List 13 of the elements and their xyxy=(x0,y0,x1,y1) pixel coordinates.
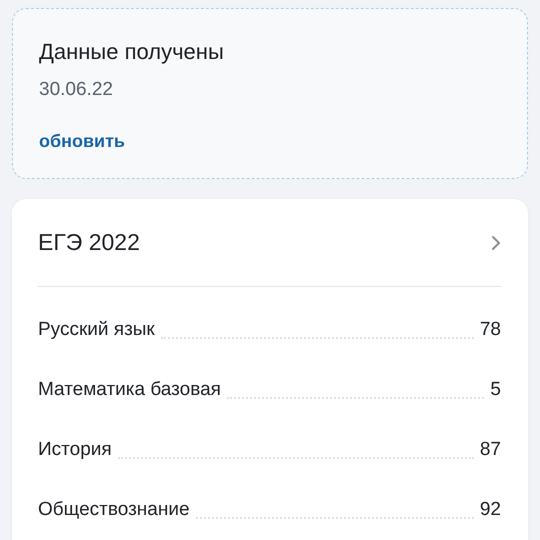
refresh-link[interactable]: обновить xyxy=(39,131,125,152)
subject-name: Математика базовая xyxy=(38,378,221,402)
status-date: 30.06.22 xyxy=(39,79,113,101)
chevron-right-icon[interactable] xyxy=(491,234,501,250)
status-title: Данные получены xyxy=(39,39,224,65)
subject-name: Русский язык xyxy=(38,318,155,342)
subject-name: История xyxy=(38,438,112,462)
exam-title: ЕГЭ 2022 xyxy=(38,229,140,256)
subject-score: 78 xyxy=(480,318,501,342)
subject-score: 87 xyxy=(480,438,501,462)
subject-name: Обществознание xyxy=(38,498,190,522)
subject-score: 5 xyxy=(490,378,501,402)
subject-score: 92 xyxy=(480,498,501,522)
